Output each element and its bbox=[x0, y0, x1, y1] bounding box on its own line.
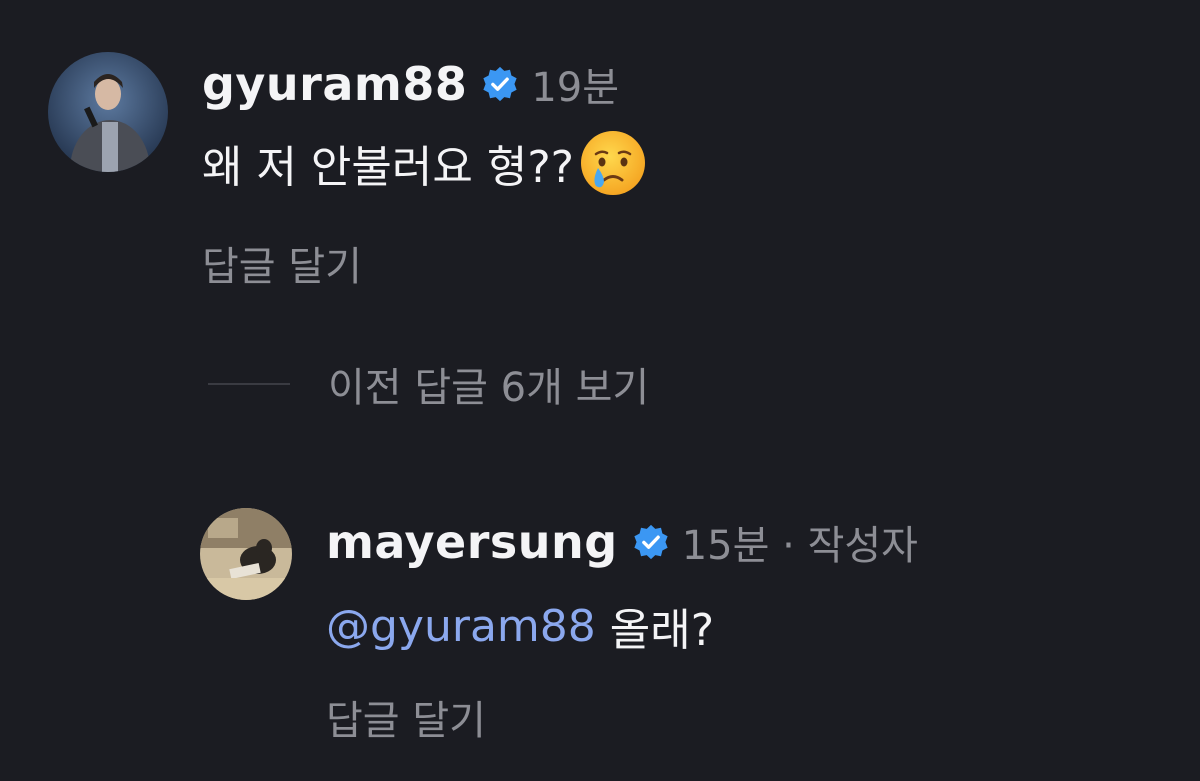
comment-text-row: @gyuram88 올래? bbox=[326, 594, 714, 658]
view-previous-replies-button[interactable]: 이전 답글 6개 보기 bbox=[208, 355, 649, 413]
reply-button[interactable]: 답글 달기 bbox=[326, 688, 486, 746]
crying-face-icon bbox=[578, 128, 648, 198]
comment-text: 왜 저 안불러요 형?? bbox=[202, 142, 575, 193]
comment-text: 올래? bbox=[595, 605, 715, 656]
username[interactable]: gyuram88 bbox=[202, 57, 467, 111]
verified-badge-icon bbox=[481, 65, 519, 103]
avatar[interactable] bbox=[48, 52, 168, 172]
verified-badge-icon bbox=[632, 523, 670, 561]
avatar-image bbox=[48, 52, 168, 172]
timestamp: 19분 bbox=[531, 65, 620, 111]
view-replies-label: 이전 답글 6개 보기 bbox=[328, 365, 650, 411]
username[interactable]: mayersung bbox=[326, 515, 618, 569]
avatar-image bbox=[200, 508, 292, 600]
timestamp-author: 15분 · 작성자 bbox=[681, 523, 918, 569]
comment-text-row: 왜 저 안불러요 형?? bbox=[202, 128, 648, 198]
reply-button[interactable]: 답글 달기 bbox=[202, 234, 362, 292]
divider-line bbox=[208, 383, 290, 385]
mention-link[interactable]: @gyuram88 bbox=[326, 601, 596, 652]
avatar[interactable] bbox=[200, 508, 292, 600]
